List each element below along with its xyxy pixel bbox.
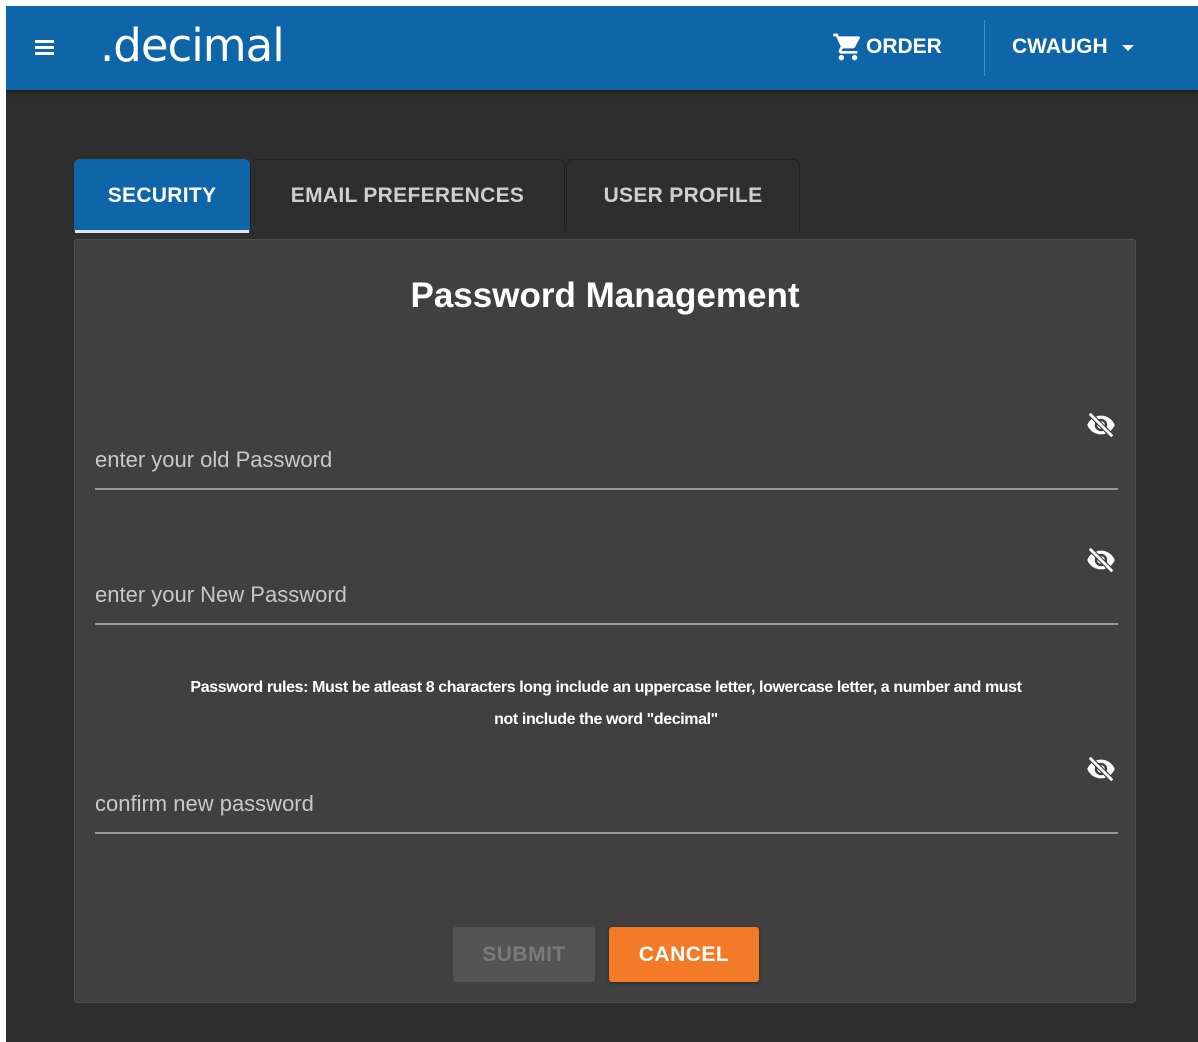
input-underline: [95, 832, 1118, 834]
order-button[interactable]: ORDER: [832, 26, 942, 68]
eye-off-icon[interactable]: [1084, 545, 1118, 575]
hamburger-menu-icon[interactable]: [32, 36, 58, 58]
app-window: .decimal ORDER CWAUGH SECURITY EMAIL PRE…: [6, 6, 1198, 1042]
password-rules-line: not include the word "decimal": [494, 711, 718, 728]
panel-title: Password Management: [410, 276, 800, 315]
username-label: CWAUGH: [1012, 35, 1108, 58]
old-password-field: [95, 411, 1118, 490]
order-label: ORDER: [866, 35, 942, 58]
old-password-input[interactable]: [95, 438, 1055, 482]
new-password-input[interactable]: [95, 573, 1055, 617]
app-bar: .decimal ORDER CWAUGH: [6, 6, 1198, 90]
input-underline: [95, 623, 1118, 625]
caret-down-icon: [1121, 45, 1134, 51]
new-password-field: [95, 546, 1118, 625]
eye-off-icon[interactable]: [1084, 754, 1118, 784]
confirm-password-field: [95, 755, 1118, 834]
appbar-divider: [984, 20, 985, 76]
password-rules-line: Password rules: Must be atleast 8 charac…: [190, 679, 1022, 696]
tab-user-profile[interactable]: USER PROFILE: [566, 159, 800, 231]
tab-security[interactable]: SECURITY: [74, 159, 250, 233]
user-menu[interactable]: CWAUGH: [1012, 26, 1134, 68]
cancel-button[interactable]: CANCEL: [609, 927, 759, 982]
eye-off-icon[interactable]: [1084, 410, 1118, 440]
submit-button[interactable]: SUBMIT: [453, 927, 595, 982]
confirm-password-input[interactable]: [95, 782, 1055, 826]
password-rules-text: Password rules: Must be atleast 8 charac…: [89, 672, 1123, 736]
cart-icon: [833, 33, 861, 61]
input-underline: [95, 488, 1118, 490]
brand-logo[interactable]: .decimal: [100, 18, 285, 74]
password-management-panel: Password Management Password rules: Must…: [74, 239, 1136, 1003]
tab-email-preferences[interactable]: EMAIL PREFERENCES: [250, 159, 565, 231]
